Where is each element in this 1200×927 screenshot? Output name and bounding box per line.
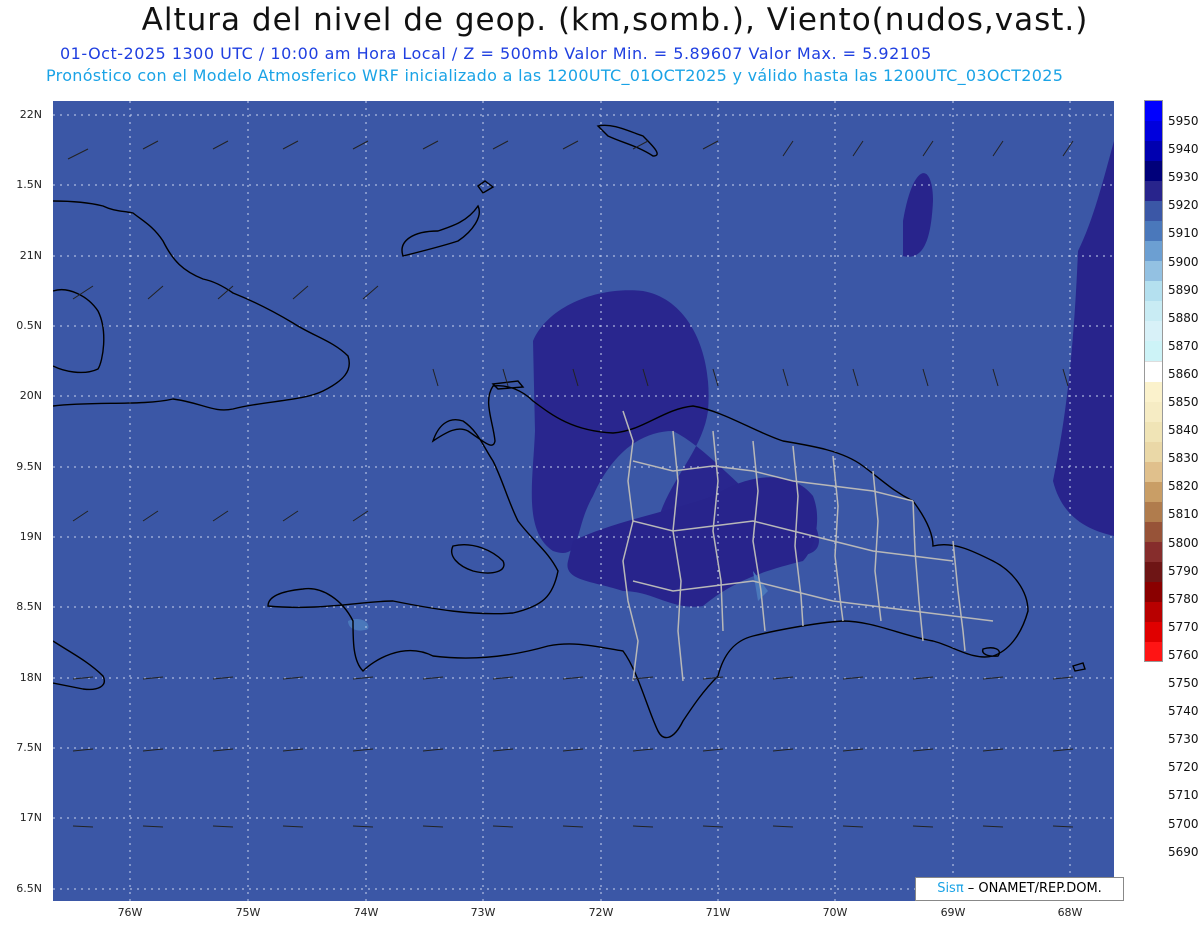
bahamas-2 [477,180,495,194]
lat-label: 17N [19,811,42,824]
lat-label: 0.5N [16,319,42,332]
colorbar-swatch [1145,522,1162,542]
colorbar-label: 5730 [1168,732,1199,747]
colorbar-swatch [1145,101,1162,121]
cuba-south [53,289,105,374]
lat-label: 8.5N [16,600,42,613]
forecast-info-line: 01-Oct-2025 1300 UTC / 10:00 am Hora Loc… [60,44,932,63]
colorbar-label: 5700 [1168,816,1199,831]
colorbar-swatch [1145,502,1162,522]
colorbar-swatch [1145,562,1162,582]
colorbar-label: 5820 [1168,479,1199,494]
colorbar-label: 5760 [1168,647,1199,662]
colorbar-label: 5770 [1168,619,1199,634]
colorbar-swatch [1145,321,1162,341]
mona [1072,662,1086,672]
colorbar-label: 5690 [1168,844,1199,859]
colorbar-label: 5950 [1168,114,1199,128]
colorbar-label: 5900 [1168,254,1199,269]
colorbar-swatch [1145,221,1162,241]
lat-label: 9.5N [16,460,42,473]
colorbar-label: 5880 [1168,310,1199,325]
colorbar-label: 5740 [1168,704,1199,719]
colorbar-swatch [1145,301,1162,321]
lat-label: 20N [19,389,42,402]
colorbar-swatch [1145,361,1162,382]
cuba-coast [53,200,350,411]
lat-label: 22N [19,108,42,121]
colorbar-label: 5720 [1168,760,1199,775]
colorbar-swatch [1145,582,1162,602]
lat-label: 1.5N [16,178,42,191]
colorbar-label: 5840 [1168,423,1199,438]
credit-text: – ONAMET/REP.DOM. [963,881,1102,896]
lon-label: 72W [588,906,614,919]
colorbar-label: 5940 [1168,142,1199,157]
colorbar [1144,100,1163,662]
chart-title: Altura del nivel de geop. (km,somb.), Vi… [141,2,1089,38]
lat-label: 6.5N [16,882,42,895]
map-plot-area [53,101,1114,901]
colorbar-swatch [1145,181,1162,201]
colorbar-swatch [1145,341,1162,361]
lon-label: 74W [353,906,379,919]
colorbar-swatch [1145,542,1162,562]
bahamas-1 [401,204,480,257]
height-contour-east-island [903,173,933,257]
colorbar-label: 5910 [1168,226,1199,241]
lat-label: 18N [19,671,42,684]
colorbar-label: 5780 [1168,591,1199,606]
colorbar-label: 5800 [1168,535,1199,550]
colorbar-label: 5710 [1168,788,1199,803]
colorbar-swatch [1145,281,1162,301]
colorbar-swatch [1145,642,1162,662]
credit-box: Sisπ – ONAMET/REP.DOM. [915,877,1124,901]
colorbar-label: 5930 [1168,170,1199,185]
colorbar-swatch [1145,422,1162,442]
colorbar-swatch [1145,201,1162,221]
lon-label: 75W [235,906,261,919]
lat-label: 21N [19,249,42,262]
jamaica-edge [53,640,105,691]
colorbar-label: 5920 [1168,198,1199,213]
colorbar-label: 5810 [1168,507,1199,522]
colorbar-label: 5870 [1168,338,1199,353]
colorbar-label: 5890 [1168,282,1199,297]
gonave-island [451,544,505,574]
colorbar-swatch [1145,442,1162,462]
colorbar-label: 5790 [1168,563,1199,578]
lon-label: 68W [1057,906,1083,919]
colorbar-label: 5750 [1168,676,1199,690]
lon-label: 69W [940,906,966,919]
colorbar-swatch [1145,622,1162,642]
colorbar-label: 5860 [1168,366,1199,381]
lon-label: 73W [470,906,496,919]
lon-label: 76W [117,906,143,919]
height-contour-east-edge [1053,141,1114,536]
colorbar-swatch [1145,602,1162,622]
credit-brand: Sisπ [937,881,964,896]
colorbar-swatch [1145,261,1162,281]
colorbar-label: 5850 [1168,395,1199,409]
map-svg [53,101,1114,901]
lat-label: 7.5N [16,741,42,754]
colorbar-swatch [1145,141,1162,161]
bahamas-3 [596,124,658,157]
lon-label: 71W [705,906,731,919]
colorbar-swatch [1145,402,1162,422]
colorbar-label: 5830 [1168,451,1199,466]
colorbar-swatch [1145,462,1162,482]
lat-label: 19N [19,530,42,543]
height-contour-small2 [348,618,369,631]
colorbar-swatch [1145,121,1162,141]
lon-label: 70W [822,906,848,919]
colorbar-swatch [1145,241,1162,261]
colorbar-swatch [1145,161,1162,181]
colorbar-swatch [1145,382,1162,402]
model-info-line: Pronóstico con el Modelo Atmosferico WRF… [46,66,1064,85]
colorbar-swatch [1145,482,1162,502]
